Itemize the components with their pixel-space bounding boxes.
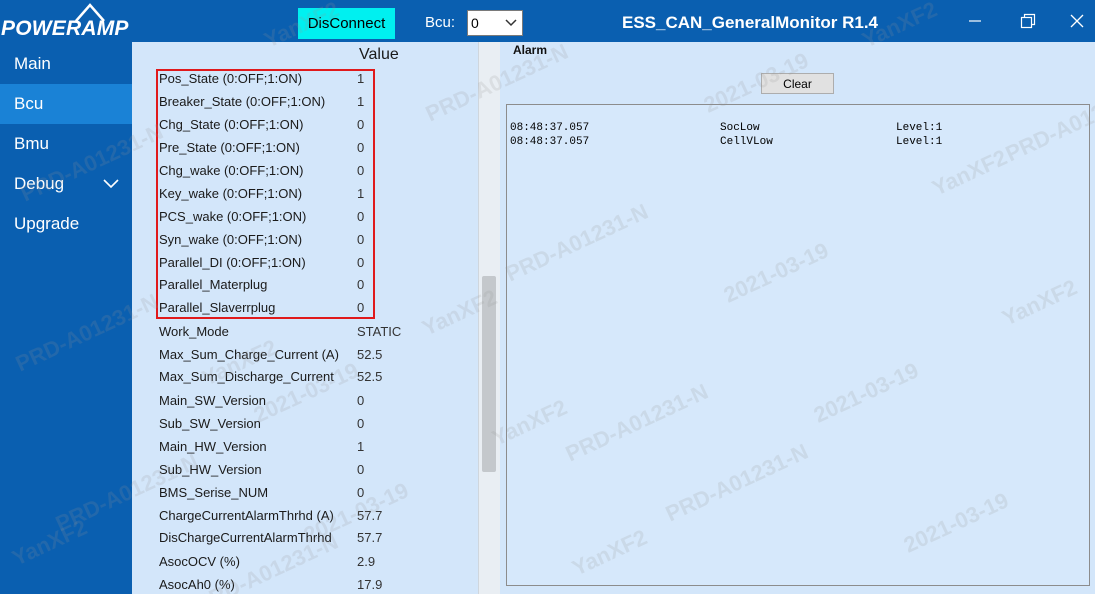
value-column-header: Value xyxy=(359,46,399,63)
chevron-down-icon xyxy=(505,19,517,27)
param-name: Main_HW_Version xyxy=(159,439,267,454)
sidebar-item-bcu[interactable]: Bcu xyxy=(0,84,132,124)
minimize-button[interactable] xyxy=(960,8,990,34)
param-name: Work_Mode xyxy=(159,324,229,339)
param-value: STATIC xyxy=(357,324,402,339)
chevron-down-icon xyxy=(103,179,119,189)
restore-button[interactable] xyxy=(1013,8,1043,34)
alarm-title: Alarm xyxy=(513,43,548,57)
param-name: DisChargeCurrentAlarmThrhd xyxy=(159,530,332,545)
sidebar: Main Bcu Bmu Debug Upgrade xyxy=(0,42,132,594)
alarm-level: Level:1 xyxy=(896,136,943,148)
param-value: 2.9 xyxy=(357,554,376,569)
brand-name: POWERAMP xyxy=(1,17,129,40)
param-value: 57.7 xyxy=(357,530,383,545)
clear-button[interactable]: Clear xyxy=(761,73,834,94)
param-name: ChargeCurrentAlarmThrhd (A) xyxy=(159,508,334,523)
highlight-box xyxy=(156,69,375,319)
alarm-log[interactable]: 08:48:37.057 SocLow Level:1 08:48:37.057… xyxy=(506,104,1090,586)
sidebar-item-bmu[interactable]: Bmu xyxy=(0,124,132,164)
minimize-icon xyxy=(969,20,981,22)
bcu-label: Bcu: xyxy=(425,14,456,31)
alarm-level: Level:1 xyxy=(896,122,943,134)
param-name: AsocAh0 (%) xyxy=(159,577,235,592)
param-value: 17.9 xyxy=(357,577,383,592)
param-name: Max_Sum_Discharge_Current xyxy=(159,369,334,384)
param-value: 0 xyxy=(357,393,365,408)
restore-icon xyxy=(1020,13,1036,29)
param-name: AsocOCV (%) xyxy=(159,554,240,569)
bcu-selected-value: 0 xyxy=(471,15,479,31)
sidebar-item-label: Bcu xyxy=(14,94,44,113)
alarm-time: 08:48:37.057 xyxy=(510,122,590,134)
param-value: 0 xyxy=(357,485,365,500)
scrollbar-thumb[interactable] xyxy=(482,276,496,472)
alarm-type: SocLow xyxy=(720,122,760,134)
sidebar-item-main[interactable]: Main xyxy=(0,44,132,84)
param-value: 0 xyxy=(357,416,365,431)
alarm-type: CellVLow xyxy=(720,136,773,148)
param-value: 57.7 xyxy=(357,508,383,523)
param-name: Max_Sum_Charge_Current (A) xyxy=(159,347,339,362)
param-value: 1 xyxy=(357,439,365,454)
param-name: Sub_HW_Version xyxy=(159,462,262,477)
disconnect-button[interactable]: DisConnect xyxy=(298,8,395,39)
param-name: Sub_SW_Version xyxy=(159,416,261,431)
sidebar-item-upgrade[interactable]: Upgrade xyxy=(0,204,132,244)
param-value: 52.5 xyxy=(357,347,383,362)
sidebar-item-label: Upgrade xyxy=(14,214,80,233)
app-title: ESS_CAN_GeneralMonitor R1.4 xyxy=(622,13,879,32)
close-icon xyxy=(1070,14,1084,28)
poweramp-logo: POWERAMP xyxy=(0,0,132,42)
param-value: 0 xyxy=(357,462,365,477)
title-bar: POWERAMP DisConnect Bcu: 0 ESS_CAN_Gener… xyxy=(0,0,1095,42)
sidebar-item-label: Bmu xyxy=(14,134,49,153)
sidebar-item-label: Debug xyxy=(14,174,65,193)
sidebar-item-debug[interactable]: Debug xyxy=(0,164,132,204)
alarm-time: 08:48:37.057 xyxy=(510,136,590,148)
bcu-select[interactable]: 0 xyxy=(467,10,523,36)
close-button[interactable] xyxy=(1062,8,1092,34)
sidebar-item-label: Main xyxy=(14,54,51,73)
param-name: Main_SW_Version xyxy=(159,393,266,408)
param-value: 52.5 xyxy=(357,369,383,384)
param-name: BMS_Serise_NUM xyxy=(159,485,269,500)
